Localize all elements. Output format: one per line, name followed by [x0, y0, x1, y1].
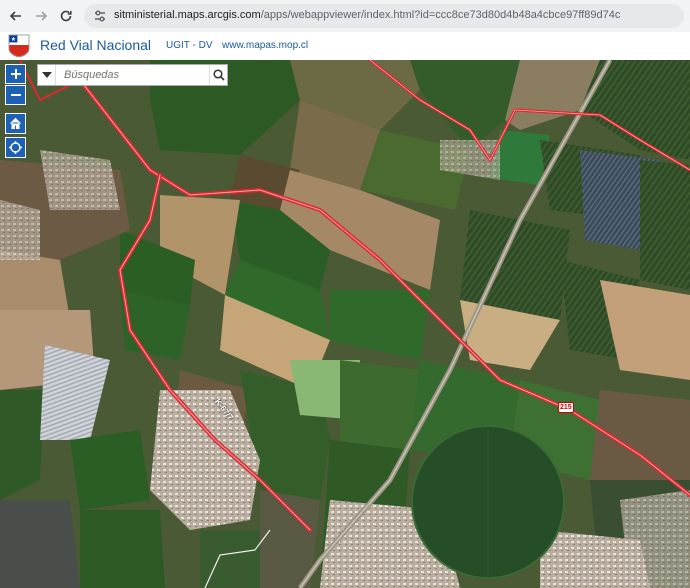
back-button[interactable] [6, 6, 26, 26]
home-button[interactable] [5, 113, 26, 134]
search-widget [37, 64, 228, 86]
app-title: Red Vial Nacional [40, 37, 152, 53]
zoom-in-button[interactable] [5, 64, 26, 84]
map-view[interactable]: K-67/7 215 [0, 60, 690, 588]
website-link[interactable]: www.mapas.mop.cl [222, 40, 308, 51]
site-settings-icon [95, 10, 105, 22]
zoom-out-button[interactable] [5, 85, 26, 105]
locate-icon [9, 141, 22, 154]
arrow-left-icon [9, 11, 21, 21]
home-icon [10, 117, 21, 129]
minus-icon [10, 94, 21, 96]
arrow-right-icon [36, 11, 48, 21]
forward-button[interactable] [31, 6, 51, 26]
chile-flag-logo-icon [8, 34, 30, 58]
search-icon [212, 69, 225, 81]
satellite-imagery[interactable] [0, 60, 690, 588]
url-text: sitministerial.maps.arcgis.com/apps/weba… [114, 9, 620, 21]
url-path: /apps/webappviewer/index.html?id=ccc8ce7… [260, 9, 621, 21]
reload-icon [60, 10, 72, 22]
reload-button[interactable] [56, 6, 76, 26]
caret-down-icon [41, 72, 52, 78]
url-host: sitministerial.maps.arcgis.com [114, 9, 261, 21]
route-shield: 215 [558, 402, 574, 413]
search-input[interactable] [56, 65, 209, 85]
search-button[interactable] [209, 65, 227, 85]
my-location-button[interactable] [5, 137, 26, 158]
app-subtitle-link[interactable]: UGIT - DV [166, 40, 212, 51]
plus-icon [10, 69, 21, 79]
browser-toolbar: sitministerial.maps.arcgis.com/apps/weba… [0, 0, 690, 33]
search-source-dropdown[interactable] [38, 65, 56, 85]
address-bar[interactable]: sitministerial.maps.arcgis.com/apps/weba… [84, 4, 684, 28]
